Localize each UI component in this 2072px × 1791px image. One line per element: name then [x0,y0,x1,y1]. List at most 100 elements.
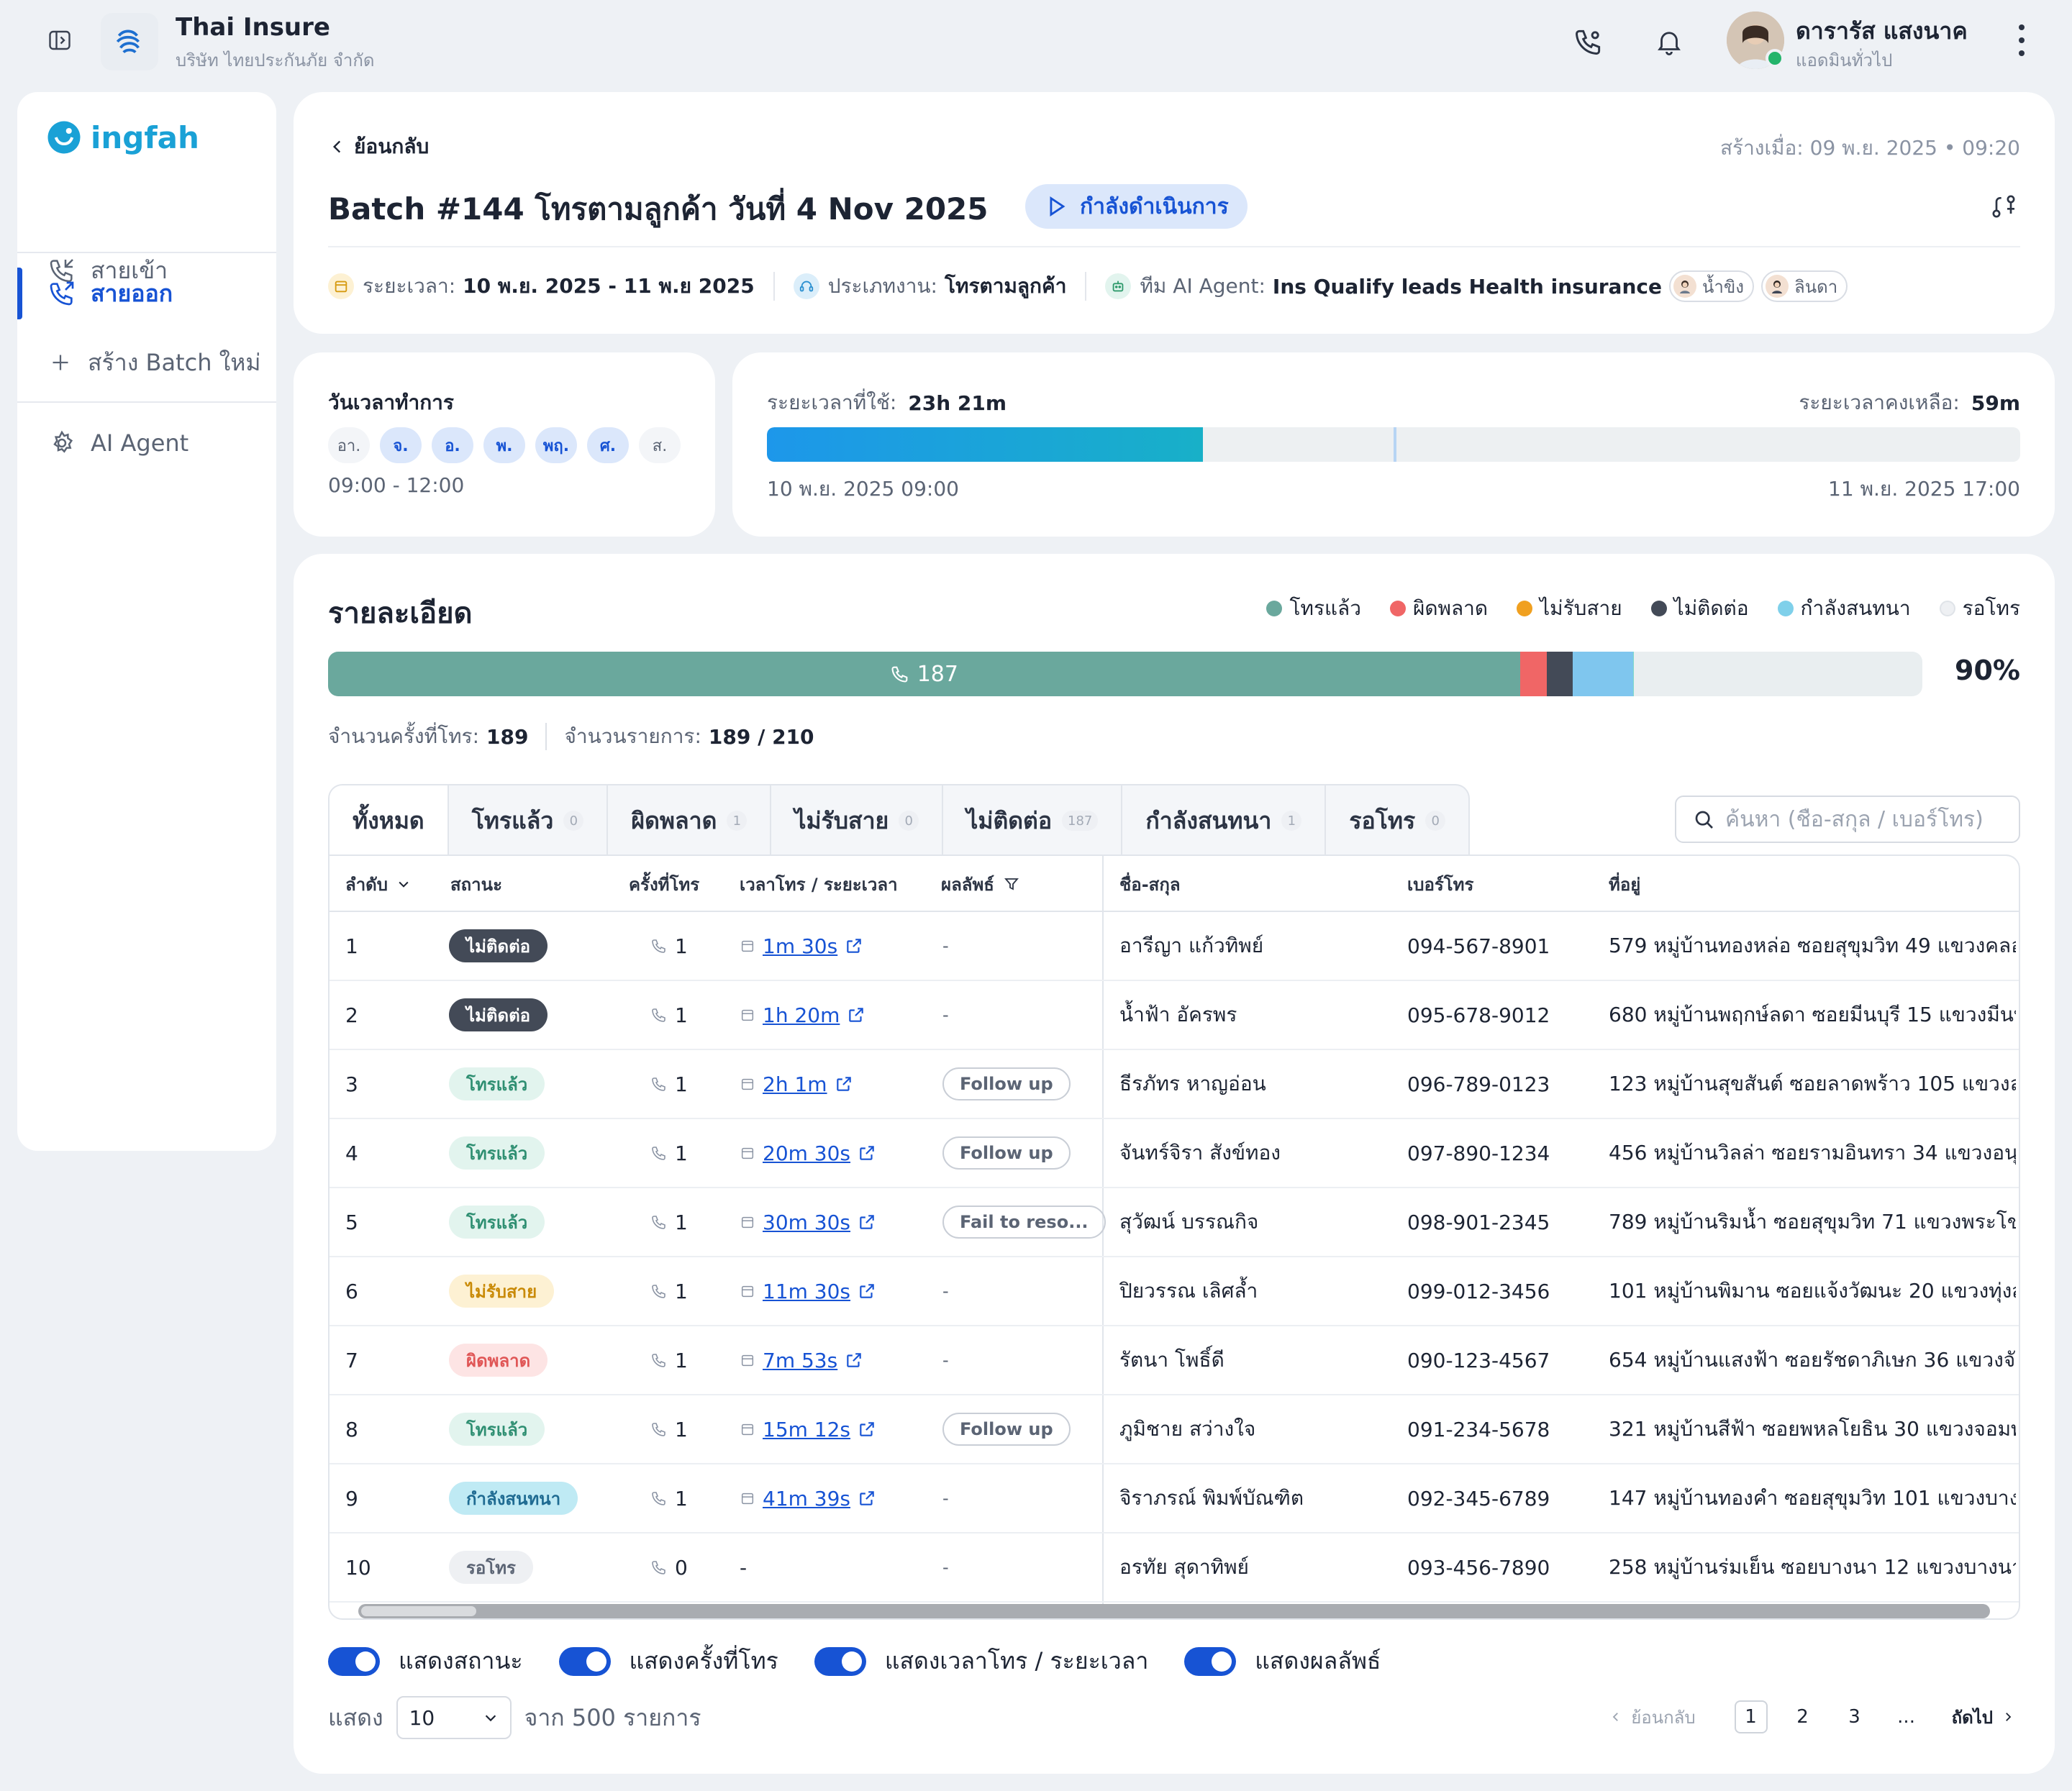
result-pill[interactable]: Follow up [942,1136,1071,1170]
tab-2[interactable]: ผิดพลาด 1 [608,785,772,856]
cell-calls: 1 [650,1395,688,1463]
toggle-switch[interactable] [558,1646,611,1676]
external-link-icon[interactable] [858,1489,876,1508]
tab-4[interactable]: ไม่ติดต่อ 187 [943,785,1123,856]
cell-order: 9 [345,1486,358,1510]
duration-link[interactable]: 30m 30s [763,1211,850,1234]
external-link-icon[interactable] [835,1075,853,1093]
duration-link[interactable]: 2h 1m [763,1072,827,1096]
more-vertical-icon[interactable] [2007,20,2036,60]
column-toggle[interactable]: แสดงสถานะ [328,1643,523,1680]
cell-name: จันทร์จิรา สังข์ทอง [1119,1141,1281,1165]
result-text: - [942,1557,949,1577]
page-button[interactable]: ... [1890,1700,1923,1733]
page-button[interactable]: 2 [1786,1700,1819,1733]
cell-order: 7 [345,1348,358,1372]
duration-link[interactable]: 20m 30s [763,1141,850,1165]
cell-name: รัตนา โพธิ์ดี [1119,1348,1224,1372]
external-link-icon[interactable] [845,936,863,955]
agent-chip[interactable]: น้ำขิง [1668,270,1754,302]
external-link-icon[interactable] [858,1213,876,1231]
calendar-icon [740,1076,755,1092]
sidebar-toggle-icon[interactable] [42,24,78,56]
duration-link[interactable]: 1m 30s [763,934,837,958]
search-input[interactable] [1725,806,1999,832]
table-row[interactable]: 9 กำลังสนทนา 1 41m 39s - จิราภรณ์ พิมพ์บัณฑิต… [330,1464,2019,1533]
chevron-down-icon [396,877,411,891]
external-link-icon[interactable] [847,1006,865,1024]
page-button[interactable]: 3 [1838,1700,1871,1733]
external-link-icon[interactable] [858,1420,876,1439]
tab-count: 0 [899,811,919,831]
duration-link[interactable]: 1h 20m [763,1003,840,1027]
legend-dot [1939,601,1955,616]
cell-status: ไม่ติดต่อ [449,981,548,1049]
toggle-switch[interactable] [814,1646,866,1676]
table-row[interactable]: 5 โทรแล้ว 1 30m 30s Fail to reso... สุวัฒน์ บ… [330,1188,2019,1257]
call-count: 1 [675,1003,688,1027]
search-box[interactable] [1675,796,2020,843]
page-size-select[interactable]: 10 [396,1696,512,1739]
phone-icon [890,664,910,684]
table-row[interactable]: 7 ผิดพลาด 1 7m 53s - รัตนา โพธิ์ดี 090-123-456… [330,1326,2019,1395]
status-badge: โทรแล้ว [449,1413,545,1446]
call-count: 1 [675,1210,688,1234]
duration-link[interactable]: 7m 53s [763,1349,837,1372]
toggle-switch[interactable] [1184,1646,1237,1676]
cell-calls: 1 [650,1326,688,1394]
cell-name: จิราภรณ์ พิมพ์บัณฑิต [1119,1486,1304,1510]
status-badge: ไม่ติดต่อ [449,929,548,962]
external-link-icon[interactable] [858,1144,876,1162]
prev-page-button[interactable]: ย้อนกลับ [1609,1703,1696,1731]
result-pill[interactable]: Follow up [942,1067,1071,1100]
column-toggle[interactable]: แสดงผลลัพธ์ [1184,1643,1381,1680]
toggle-label: แสดงผลลัพธ์ [1255,1647,1381,1674]
external-link-icon[interactable] [858,1282,876,1300]
flow-settings-icon[interactable] [1987,190,2020,223]
table-row[interactable]: 2 ไม่ติดต่อ 1 1h 20m - น้ำฟ้า อัครพร 095-678-9… [330,981,2019,1050]
table-row[interactable]: 1 ไม่ติดต่อ 1 1m 30s - อารีญา แก้วทิพย์ 094-56… [330,912,2019,981]
page-button[interactable]: 1 [1734,1700,1768,1733]
day-chip: ส. [639,427,681,463]
external-link-icon[interactable] [845,1351,863,1370]
tab-0[interactable]: ทั้งหมด [330,785,449,856]
agent-chip[interactable]: ลินดา [1761,270,1848,302]
column-toggle[interactable]: แสดงเวลาโทร / ระยะเวลา [814,1643,1148,1680]
result-pill[interactable]: Fail to reso... [942,1206,1106,1239]
back-link[interactable]: ย้อนกลับ [328,131,429,163]
legend-label: ผิดพลาด [1412,596,1489,620]
duration-link[interactable]: 11m 30s [763,1280,850,1303]
table-row[interactable]: 4 โทรแล้ว 1 20m 30s Follow up จันทร์จิรา สังข… [330,1119,2019,1188]
company-name: Thai Insure [176,13,330,42]
column-order[interactable]: ลำดับ [345,856,411,912]
legend-label: โทรแล้ว [1289,596,1361,620]
day-chip: พฤ. [535,427,577,463]
column-toggle[interactable]: แสดงครั้งที่โทร [558,1643,778,1680]
tab-1[interactable]: โทรแล้ว 0 [449,785,609,856]
calendar-icon [740,1283,755,1299]
call-count: 1 [675,1072,688,1096]
table-row[interactable]: 8 โทรแล้ว 1 15m 12s Follow up ภูมิชาย สว่างใจ… [330,1395,2019,1464]
sidebar-item-ai-agent[interactable]: AI Agent [17,409,276,478]
bell-icon[interactable] [1649,22,1689,62]
horizontal-scrollbar[interactable] [358,1604,1990,1618]
toggle-switch[interactable] [328,1646,380,1676]
column-result[interactable]: ผลลัพธ์ [941,856,1020,912]
table-row[interactable]: 10 รอโทร 0 - - อรทัย สุดาทิพย์ 093-456-7890 258… [330,1533,2019,1603]
tab-5[interactable]: กำลังสนทนา 1 [1122,785,1327,856]
duration-link[interactable]: 15m 12s [763,1418,850,1441]
sidebar-item-outgoing[interactable]: สายออก [17,259,276,328]
sidebar-item-new-batch[interactable]: สร้าง Batch ใหม่ [17,328,276,397]
tab-6[interactable]: รอโทร 0 [1326,785,1468,856]
table-row[interactable]: 6 ไม่รับสาย 1 11m 30s - ปิยวรรณ เลิศล้ำ 099-01… [330,1257,2019,1326]
result-pill[interactable]: Follow up [942,1413,1071,1446]
calendar-icon [740,1007,755,1023]
status-badge[interactable]: กำลังดำเนินการ [1025,184,1248,229]
legend-dot [1266,601,1283,616]
next-page-button[interactable]: ถัดไป [1952,1703,2014,1731]
table-row[interactable]: 3 โทรแล้ว 1 2h 1m Follow up ธีรภัทร หาญอ่อน 09… [330,1050,2019,1119]
phone-settings-icon[interactable] [1568,22,1609,62]
tab-3[interactable]: ไม่รับสาย 0 [771,785,944,856]
duration-link[interactable]: 41m 39s [763,1487,850,1510]
scrollbar-thumb[interactable] [361,1606,476,1616]
